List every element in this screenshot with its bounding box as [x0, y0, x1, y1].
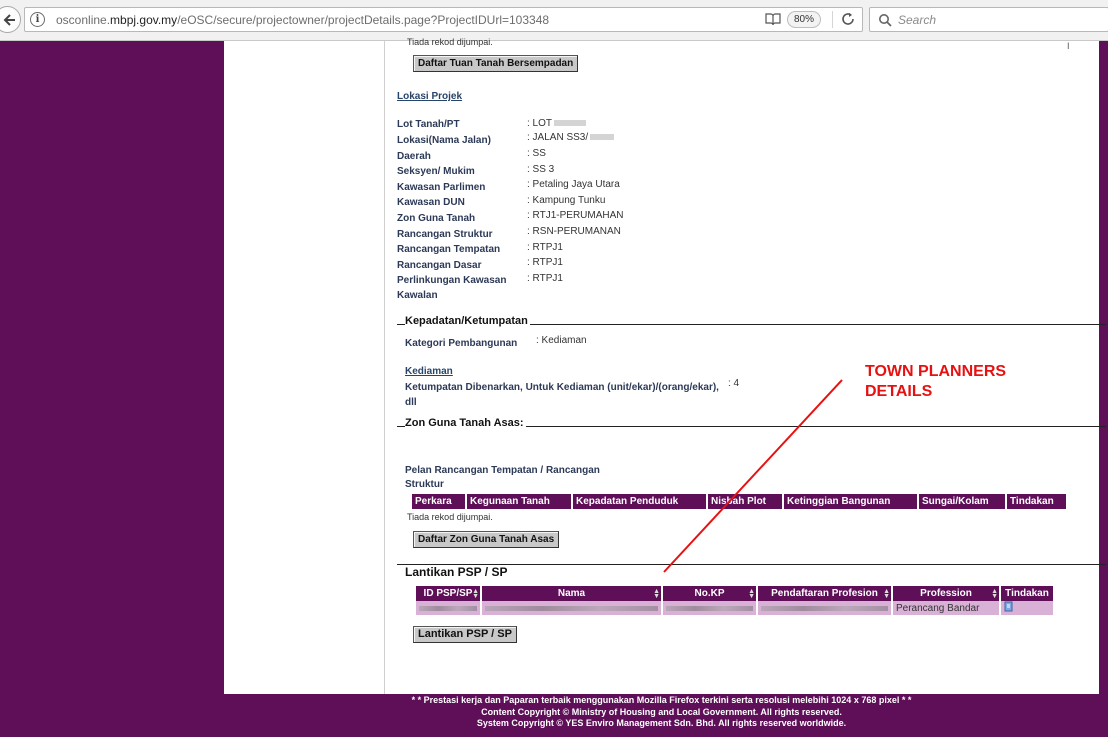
page-footer: * * Prestasi kerja dan Paparan terbaik m… — [224, 694, 1099, 731]
footer-content-copyright: Content Copyright © Ministry of Housing … — [481, 706, 842, 717]
footer-browser-note: * * Prestasi kerja dan Paparan terbaik m… — [411, 695, 912, 705]
annotation-line-2: DETAILS — [865, 383, 933, 400]
footer-system-copyright: System Copyright © YES Enviro Management… — [476, 718, 847, 728]
bottom-strip — [0, 731, 1108, 737]
annotation-text: TOWN PLANNERS DETAILS — [865, 362, 1006, 402]
annotation-line-1: TOWN PLANNERS — [865, 363, 1007, 380]
